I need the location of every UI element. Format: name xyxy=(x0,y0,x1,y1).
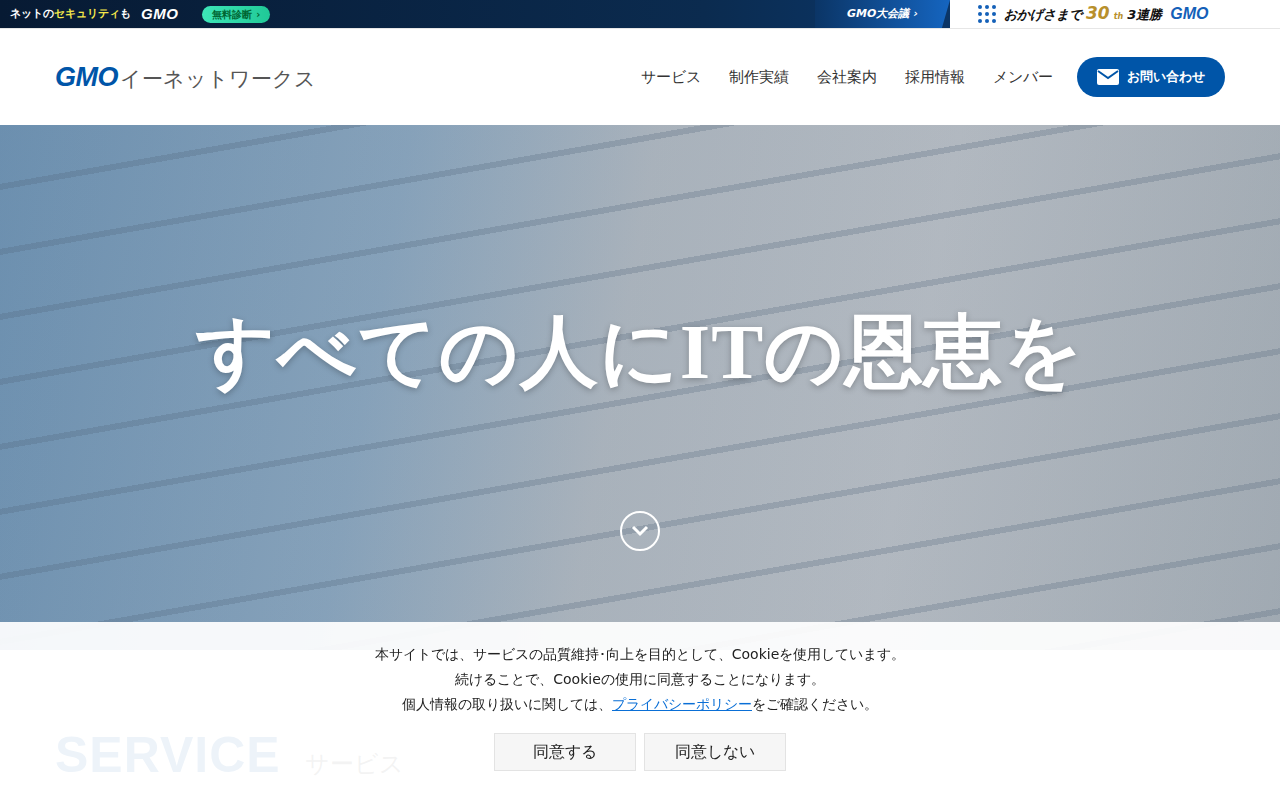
security-ad[interactable]: ネットのセキュリティも GMO 無料診断 › xyxy=(0,3,815,26)
privacy-policy-link[interactable]: プライバシーポリシー xyxy=(612,696,752,712)
event-arrow-icon: › xyxy=(913,6,918,23)
anniv-suffix: th xyxy=(1114,11,1124,23)
event-link[interactable]: GMO大会議› xyxy=(815,0,950,28)
cookie-banner: 本サイトでは、サービスの品質維持･向上を目的として、Cookieを使用しています… xyxy=(0,622,1280,800)
ad-copy: ネットのセキュリティも xyxy=(10,6,131,23)
logo-text: イーネットワークス xyxy=(120,64,316,96)
accept-button[interactable]: 同意する xyxy=(494,733,636,771)
nav-list: サービス 制作実績 会社案内 採用情報 メンバー xyxy=(641,66,1053,89)
ad-tail: も xyxy=(120,7,131,20)
nav-item[interactable]: 制作実績 xyxy=(729,66,789,89)
hero-title: すべての人にITの恩恵を xyxy=(0,125,1280,399)
scroll-down-button[interactable] xyxy=(620,511,660,551)
site-logo[interactable]: GMOイーネットワークス xyxy=(55,57,316,98)
cookie-buttons: 同意する同意しない xyxy=(0,733,1280,771)
site-header: GMOイーネットワークス サービス 制作実績 会社案内 採用情報 メンバー お問い合わせ xyxy=(0,28,1280,125)
main-nav: サービス 制作実績 会社案内 採用情報 メンバー お問い合わせ xyxy=(641,57,1225,97)
cta-label: 無料診断 xyxy=(212,7,252,22)
thanks-text: おかげさまで xyxy=(1004,5,1082,25)
event-label: GMO大会議 xyxy=(847,6,909,23)
gmo-logo: GMO xyxy=(141,3,178,26)
hero: すべての人にITの恩恵を xyxy=(0,125,1280,650)
anniversary: おかげさまで30 th3連勝 xyxy=(1004,1,1162,27)
ad-lead: ネットの xyxy=(10,7,54,20)
group-logo: GMO xyxy=(1170,2,1208,26)
streak-text: 3連勝 xyxy=(1127,5,1162,25)
decline-button[interactable]: 同意しない xyxy=(644,733,786,771)
policy-prefix: 個人情報の取り扱いに関しては、 xyxy=(402,696,612,712)
envelope-icon xyxy=(1097,69,1119,85)
chevron-down-icon xyxy=(631,525,649,537)
contact-button[interactable]: お問い合わせ xyxy=(1077,57,1225,97)
logo-mark: GMO xyxy=(55,57,118,98)
cookie-policy: 個人情報の取り扱いに関しては、プライバシーポリシーをご確認ください。 xyxy=(0,692,1280,717)
group-banner[interactable]: おかげさまで30 th3連勝 GMO xyxy=(950,0,1280,28)
cta-arrow-icon: › xyxy=(256,7,260,22)
cookie-text: 本サイトでは、サービスの品質維持･向上を目的として、Cookieを使用しています… xyxy=(0,642,1280,667)
anniv-number: 30 xyxy=(1086,1,1110,27)
cookie-text: 続けることで、Cookieの使用に同意することになります。 xyxy=(0,667,1280,692)
nav-item[interactable]: 会社案内 xyxy=(817,66,877,89)
top-banner: ネットのセキュリティもGMO無料診断›GMO大会議›おかげさまで30th3連勝G… xyxy=(0,0,1280,28)
contact-label: お問い合わせ xyxy=(1127,67,1205,87)
policy-suffix: をご確認ください。 xyxy=(752,696,878,712)
nav-item[interactable]: サービス xyxy=(641,66,701,89)
ad-highlight: セキュリティ xyxy=(54,7,120,20)
diagnosis-button[interactable]: 無料診断 › xyxy=(202,6,270,23)
nav-item[interactable]: メンバー xyxy=(993,66,1053,89)
nav-item[interactable]: 採用情報 xyxy=(905,66,965,89)
grid-icon xyxy=(978,5,996,23)
